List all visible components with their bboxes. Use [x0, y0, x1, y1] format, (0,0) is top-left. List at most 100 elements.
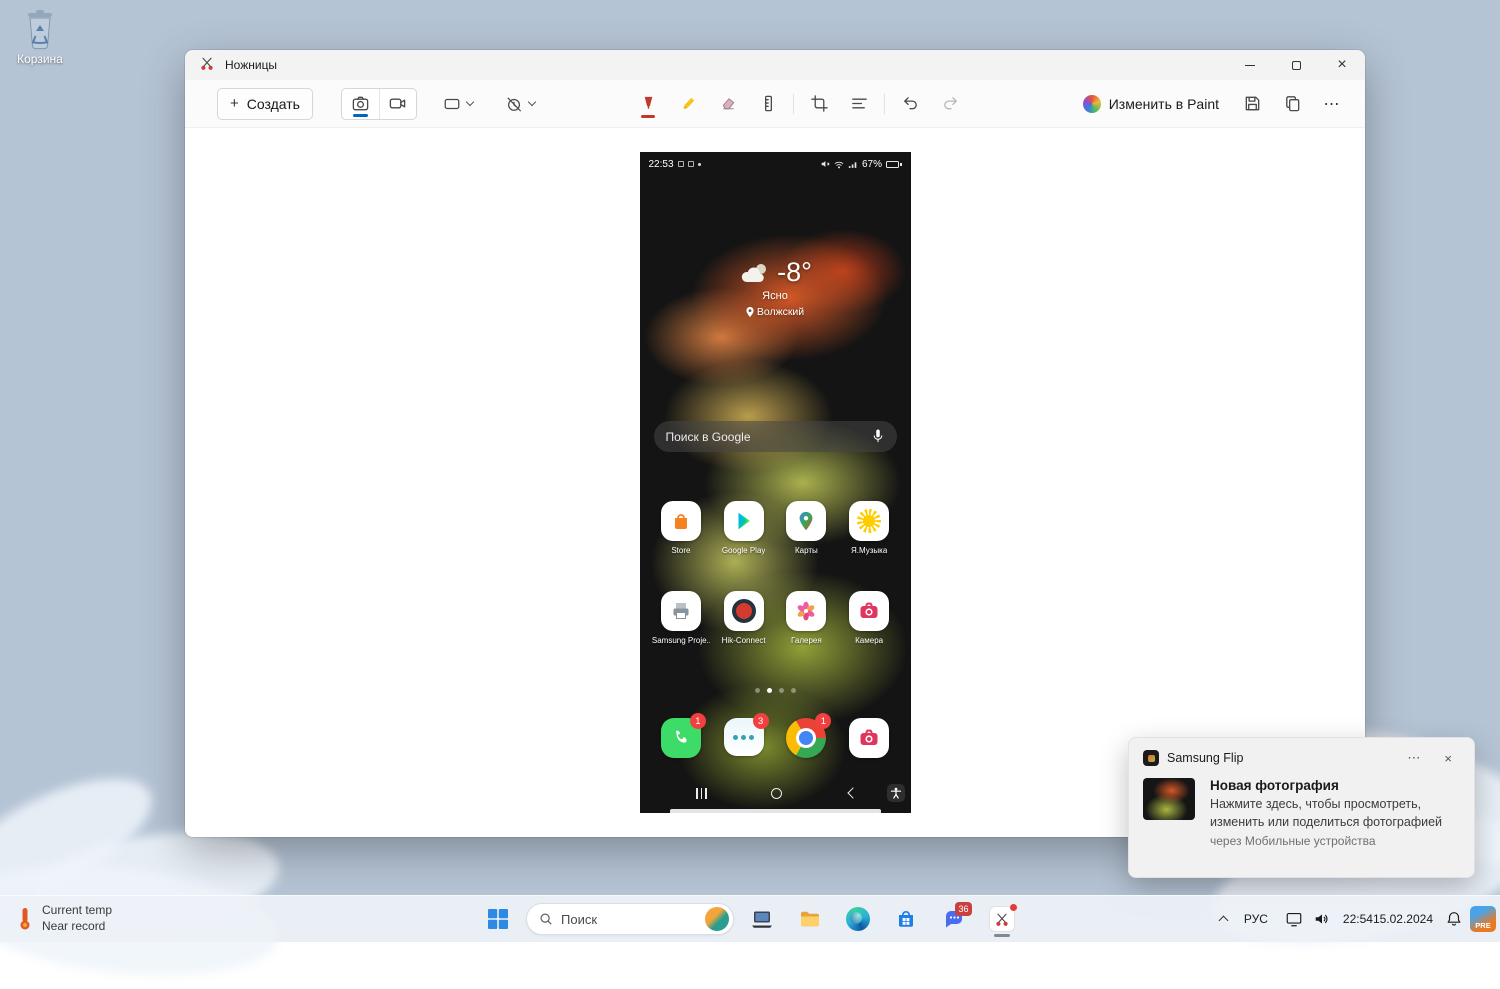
ruler-tool-button[interactable] — [753, 88, 783, 120]
page-dot — [755, 688, 760, 693]
mute-icon — [820, 159, 830, 169]
edge-button[interactable] — [838, 899, 878, 939]
highlighter-icon — [679, 94, 698, 113]
search-icon — [539, 912, 553, 926]
home-icon — [765, 781, 789, 805]
copy-button[interactable] — [1275, 88, 1309, 120]
recycle-bin-label: Корзина — [8, 52, 72, 66]
recycle-bin[interactable]: Корзина — [8, 8, 72, 66]
snipping-tool-taskbar-button[interactable] — [982, 899, 1022, 939]
text-actions-button[interactable] — [844, 88, 874, 120]
google-search-bar: Поиск в Google — [654, 421, 897, 452]
new-snip-label: Создать — [247, 96, 300, 112]
toast-app-name: Samsung Flip — [1167, 751, 1243, 765]
store-button[interactable] — [886, 899, 926, 939]
minimize-button[interactable] — [1227, 50, 1273, 80]
more-options-button[interactable]: ⋯ — [1315, 88, 1349, 120]
display-tray-button[interactable] — [1280, 899, 1308, 939]
widget-line1: Current temp — [42, 903, 112, 919]
phone-status-time: 22:53 — [649, 159, 674, 170]
chevron-up-icon — [1218, 916, 1228, 926]
location-pin-icon — [746, 307, 754, 317]
app-yandex-music: Я.Музыка — [839, 501, 899, 555]
camera-app-icon — [857, 599, 881, 623]
show-hidden-icons-button[interactable] — [1215, 899, 1232, 939]
weather-widget: -8° Ясно Волжский — [640, 257, 911, 318]
crop-icon — [810, 94, 829, 113]
crop-tool-button[interactable] — [804, 88, 834, 120]
search-placeholder: Поиск — [561, 912, 597, 927]
highlighter-tool-button[interactable] — [673, 88, 703, 120]
toast-close-button[interactable]: × — [1436, 749, 1460, 768]
toolbar-separator — [793, 94, 794, 114]
maps-pin-icon — [795, 510, 817, 532]
gallery-flower-icon — [794, 599, 818, 623]
maximize-button[interactable] — [1273, 50, 1319, 80]
volume-tray-button[interactable] — [1308, 899, 1336, 939]
google-search-placeholder: Поиск в Google — [666, 430, 751, 444]
capture-mode-segment — [341, 88, 417, 120]
snipping-tool-app-icon — [199, 55, 215, 76]
weather-widget-button[interactable]: Current temp Near record — [8, 899, 120, 939]
bell-icon — [1445, 910, 1463, 928]
minimize-icon — [1245, 65, 1255, 66]
language-indicator[interactable]: РУС — [1232, 899, 1280, 939]
microsoft-store-icon — [894, 907, 918, 931]
toast-more-button[interactable]: ⋯ — [1399, 748, 1428, 768]
app-grid: Store Google Play Карты Я.Музыка — [650, 501, 901, 645]
app-hik-connect: Hik-Connect — [714, 591, 774, 645]
undo-button[interactable] — [895, 88, 925, 120]
copy-icon — [1283, 94, 1302, 113]
new-snip-button[interactable]: + Создать — [217, 88, 313, 120]
app-store: Store — [651, 501, 711, 555]
printer-icon — [669, 599, 693, 623]
app-maps: Карты — [776, 501, 836, 555]
start-button[interactable] — [478, 899, 518, 939]
phone-badge: 1 — [690, 713, 706, 729]
undo-icon — [901, 94, 920, 113]
dock: 1 3 1 — [650, 718, 901, 758]
taskbar-search-box[interactable]: Поиск — [526, 903, 734, 935]
samsung-flip-icon — [1143, 750, 1159, 766]
phone-nav-bar — [640, 781, 911, 805]
chat-button[interactable]: 36 — [934, 899, 974, 939]
snip-shape-dropdown[interactable] — [437, 88, 479, 120]
photo-thumbnail[interactable] — [1143, 778, 1195, 820]
tray-time: 22:54 — [1343, 911, 1373, 927]
eraser-tool-button[interactable] — [713, 88, 743, 120]
dock-phone-app: 1 — [661, 718, 701, 758]
insider-pre-badge[interactable]: PRE — [1470, 906, 1496, 932]
redo-button[interactable] — [935, 88, 965, 120]
save-button[interactable] — [1235, 88, 1269, 120]
monitor-icon — [1285, 910, 1303, 928]
screenshot-mode-button[interactable] — [342, 89, 379, 119]
taskbar: Current temp Near record Поиск — [0, 895, 1500, 942]
app-gallery: Галерея — [776, 591, 836, 645]
camera-icon — [351, 94, 370, 113]
file-explorer-button[interactable] — [790, 899, 830, 939]
close-icon: × — [1337, 56, 1346, 74]
chat-unread-badge: 36 — [955, 902, 972, 916]
notification-toast[interactable]: Samsung Flip ⋯ × Новая фотография Нажмит… — [1128, 737, 1475, 878]
timer-dropdown[interactable] — [499, 88, 541, 120]
notification-icon — [678, 161, 684, 167]
device-icon-button[interactable] — [742, 899, 782, 939]
accessibility-icon — [884, 781, 908, 805]
battery-icon — [886, 161, 902, 168]
edit-in-paint-button[interactable]: Изменить в Paint — [1073, 88, 1229, 120]
close-button[interactable]: × — [1319, 50, 1365, 80]
edit-in-paint-label: Изменить в Paint — [1109, 96, 1219, 112]
timer-off-icon — [505, 95, 523, 113]
folder-icon — [798, 907, 822, 931]
snip-canvas[interactable]: 22:53 67% — [185, 128, 1365, 837]
titlebar[interactable]: Ножницы × — [185, 50, 1365, 80]
pen-tool-button[interactable] — [633, 88, 663, 120]
weather-condition: Ясно — [640, 290, 911, 302]
notification-dot — [1010, 904, 1017, 911]
weather-location: Волжский — [757, 306, 804, 318]
notification-center-button[interactable] — [1440, 899, 1468, 939]
maximize-icon — [1292, 61, 1301, 70]
record-mode-button[interactable] — [379, 89, 416, 119]
dock-camera-app — [849, 718, 889, 758]
clock-date[interactable]: 22:54 15.02.2024 — [1336, 899, 1440, 939]
